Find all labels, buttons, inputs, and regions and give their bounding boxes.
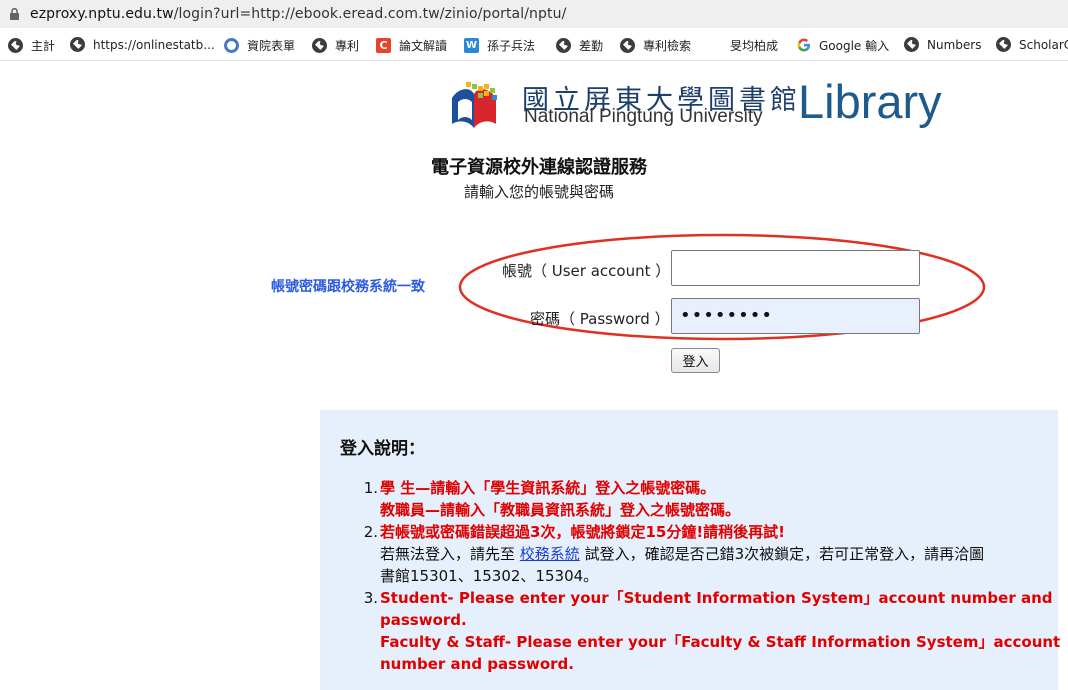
bookmark-item[interactable]: 專利 [312, 37, 359, 54]
globe-icon [620, 38, 635, 53]
bookmark-item[interactable]: W 孫子兵法 [464, 37, 535, 54]
c-icon: C [376, 38, 391, 53]
lock-icon [10, 8, 19, 20]
address-bar[interactable]: ezproxy.nptu.edu.tw/login?url=http://ebo… [0, 0, 1068, 30]
instruction-text-part: 若無法登入，請先至 [380, 545, 516, 563]
account-input[interactable] [671, 250, 920, 286]
instruction-text: 教職員—請輸入「教職員資訊系統」登入之帳號密碼。 [380, 501, 741, 519]
globe-icon [904, 37, 919, 52]
bookmark-label: 專利檢索 [643, 39, 692, 53]
instruction-text: number and password. [380, 655, 574, 673]
instruction-text: 書館15301、15302、15304。 [380, 567, 599, 585]
bookmark-item[interactable]: 差勤 [556, 37, 603, 54]
bookmark-label: 差勤 [579, 39, 604, 53]
instructions-title: 登入說明： [340, 439, 425, 459]
url-text: ezproxy.nptu.edu.tw/login?url=http://ebo… [30, 6, 566, 22]
bookmark-label: 主計 [31, 39, 56, 53]
page-subtitle: 請輸入您的帳號與密碼 [463, 183, 614, 201]
bookmark-label: https://onlinestatb... [93, 37, 215, 52]
password-label: 密碼（ Password ） [530, 310, 670, 328]
w-icon: W [464, 38, 479, 53]
instruction-text: 若無法登入，請先至 校務系統 試登入，確認是否己錯3次被鎖定，若可正常登入，請再… [380, 543, 984, 565]
instruction-text: 學 生—請輸入「學生資訊系統」登入之帳號密碼。 [380, 479, 716, 497]
globe-icon [70, 37, 85, 52]
page-title: 電子資源校外連線認證服務 [431, 157, 647, 178]
instruction-text: password. [380, 611, 467, 629]
bookmark-item[interactable]: Google 輸入 [796, 37, 889, 54]
instruction-text: Student- Please enter your「Student Infor… [380, 589, 1053, 607]
bookmark-label: 論文解讀 [399, 39, 448, 53]
bookmark-label: Numbers [927, 37, 982, 52]
ring-icon [224, 38, 239, 53]
item-number: 2. [363, 523, 378, 541]
url-path: /login?url=http://ebook.eread.com.tw/zin… [173, 6, 567, 22]
instruction-text-part: 試登入，確認是否己錯3次被鎖定，若可正常登入，請再洽圖 [584, 545, 985, 563]
bookmark-item[interactable]: 資院表單 [224, 37, 295, 54]
item-number: 3. [363, 589, 378, 607]
globe-icon [312, 38, 327, 53]
item-number: 1. [363, 479, 378, 497]
bookmark-item[interactable]: 專利檢索 [620, 37, 691, 54]
logo-library-word: Library [798, 75, 942, 128]
password-input[interactable]: •••••••• [671, 298, 920, 334]
campus-system-link[interactable]: 校務系統 [520, 545, 580, 563]
bookmark-label: ScholarC [1019, 37, 1068, 52]
instruction-text: 若帳號或密碼錯誤超過3次，帳號將鎖定15分鐘!請稍後再試! [380, 523, 785, 541]
login-button[interactable]: 登入 [671, 348, 720, 373]
globe-icon [996, 37, 1011, 52]
bookmark-label: 專利 [335, 39, 360, 53]
bookmark-label: 旻均柏成 [730, 39, 779, 53]
globe-icon [8, 38, 23, 53]
url-host: ezproxy.nptu.edu.tw [30, 6, 174, 22]
instruction-text: Faculty & Staff- Please enter your「Facul… [380, 633, 1061, 651]
logo-english-name: National Pingtung University [524, 106, 763, 127]
bookmark-label: Google 輸入 [819, 39, 890, 53]
instructions-panel: 登入說明： 1. 學 生—請輸入「學生資訊系統」登入之帳號密碼。 教職員—請輸入… [320, 410, 1061, 690]
bookmark-label: 孫子兵法 [487, 39, 536, 53]
bookmark-label: 資院表單 [247, 39, 296, 53]
account-label: 帳號（ User account ） [502, 262, 671, 280]
account-note: 帳號密碼跟校務系統一致 [271, 279, 425, 295]
globe-icon [556, 38, 571, 53]
bookmark-item[interactable]: 主計 [8, 37, 55, 54]
google-icon [796, 38, 811, 53]
bookmark-item[interactable]: ScholarC [996, 37, 1068, 52]
bookmark-item[interactable]: https://onlinestatb... [70, 37, 215, 52]
bookmark-item[interactable]: Numbers [904, 37, 981, 52]
bookmark-item[interactable]: C 論文解讀 [376, 37, 447, 54]
url-field[interactable]: ezproxy.nptu.edu.tw/login?url=http://ebo… [0, 0, 1068, 28]
bookmark-item[interactable]: 旻均柏成 [730, 37, 778, 54]
bookmarks-bar: 主計 https://onlinestatb... 資院表單 專利 C 論文解讀 … [0, 30, 1068, 61]
book-emblem-icon [452, 82, 497, 128]
library-logo: 國立屏東大學圖書館 National Pingtung University L… [448, 74, 948, 134]
